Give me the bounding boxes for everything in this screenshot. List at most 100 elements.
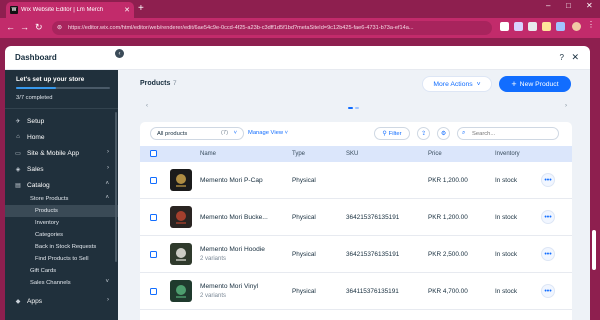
product-image	[170, 169, 192, 191]
url-bar[interactable]: ⊜ https://editor.wix.com/html/editor/web…	[52, 21, 492, 35]
product-variants: 2 variants	[200, 256, 227, 262]
sidebar-item-back-in-stock[interactable]: Back in Stock Requests	[5, 241, 118, 253]
new-product-button[interactable]: + New Product	[499, 76, 571, 92]
tag-icon: ◈	[15, 166, 21, 173]
more-options-icon[interactable]: •••	[541, 210, 555, 224]
product-thumbnail[interactable]	[170, 280, 192, 302]
extension-icon[interactable]	[528, 22, 537, 31]
column-header-type[interactable]: Type	[292, 151, 305, 157]
filter-label: Filter	[388, 130, 402, 137]
manage-view-link[interactable]: Manage View ˅	[248, 130, 288, 136]
view-filter-label: All products	[157, 130, 188, 137]
product-image-mark	[176, 222, 186, 224]
carousel-dot[interactable]	[348, 107, 353, 109]
new-tab-icon[interactable]: +	[138, 3, 144, 14]
sidebar-item-sales-channels[interactable]: Sales Channels ˅	[5, 277, 118, 289]
table-row[interactable]: Memento Mori Bucke... Physical 36421537613…	[140, 199, 572, 236]
product-inventory: In stock	[495, 214, 518, 221]
row-checkbox[interactable]	[150, 288, 157, 295]
setup-progress-fill	[16, 87, 57, 89]
product-name-cell[interactable]: Memento Mori Bucke...	[200, 214, 282, 221]
close-window-icon[interactable]: ✕	[586, 1, 593, 10]
column-header-price[interactable]: Price	[428, 151, 442, 157]
settings-icon[interactable]: ⚙	[437, 127, 450, 140]
more-options-icon[interactable]: •••	[541, 173, 555, 187]
carousel-prev-icon[interactable]: ‹	[146, 103, 148, 109]
product-sku: 364115376135191	[346, 288, 399, 295]
close-icon[interactable]: ✕	[571, 52, 579, 63]
chevron-down-icon: ˅	[105, 279, 109, 285]
setup-title[interactable]: Let's set up your store	[16, 76, 84, 83]
sidebar-item-site-mobile-app[interactable]: ▭ Site & Mobile App ›	[5, 145, 118, 161]
back-icon[interactable]: ←	[6, 22, 15, 32]
search-input[interactable]	[472, 130, 552, 137]
minimize-icon[interactable]: –	[546, 1, 550, 10]
sidebar-scrollbar[interactable]	[115, 112, 117, 262]
browser-menu-icon[interactable]: ⋮	[587, 20, 596, 29]
sidebar-item-gift-cards[interactable]: Gift Cards	[5, 265, 118, 277]
sidebar-item-sales[interactable]: ◈ Sales ›	[5, 161, 118, 177]
column-header-sku[interactable]: SKU	[346, 151, 358, 157]
carousel-dot[interactable]	[355, 107, 359, 109]
browser-tab[interactable]: W Wix Website Editor | Lm Merch ✕	[6, 2, 134, 18]
reload-icon[interactable]: ↻	[35, 22, 43, 33]
forward-icon[interactable]: →	[20, 22, 29, 32]
column-header-name[interactable]: Name	[200, 151, 216, 157]
sidebar-item-home[interactable]: ⌂ Home	[5, 129, 118, 145]
product-image	[170, 243, 192, 265]
extensions-puzzle-icon[interactable]	[556, 22, 565, 31]
sidebar-item-catalog[interactable]: ▤ Catalog ˄	[5, 177, 118, 193]
page-title: Products	[140, 80, 171, 87]
carousel-next-icon[interactable]: ›	[565, 103, 567, 109]
export-icon[interactable]: ⇪	[417, 127, 430, 140]
row-checkbox[interactable]	[150, 251, 157, 258]
product-image-mark	[176, 259, 186, 261]
sidebar-item-products[interactable]: Products	[5, 205, 118, 217]
maximize-icon[interactable]: □	[566, 1, 571, 10]
product-variants: 2 variants	[200, 293, 227, 299]
select-all-checkbox[interactable]	[150, 150, 157, 157]
filter-button[interactable]: ⚲ Filter	[374, 127, 410, 140]
bookmark-star-icon[interactable]	[500, 22, 509, 31]
product-price: PKR 1,200.00	[428, 177, 468, 184]
row-checkbox[interactable]	[150, 214, 157, 221]
extension-icon[interactable]	[514, 22, 523, 31]
table-row[interactable]: Memento Mori P-Cap Physical PKR 1,200.00 In…	[140, 162, 572, 199]
more-options-icon[interactable]: •••	[541, 247, 555, 261]
sidebar-item-find-products[interactable]: Find Products to Sell	[5, 253, 118, 265]
page-scrollbar[interactable]	[592, 230, 596, 270]
profile-avatar[interactable]	[572, 22, 581, 31]
row-checkbox[interactable]	[150, 177, 157, 184]
product-name-cell[interactable]: Memento Mori Hoodie 2 variants	[200, 246, 282, 262]
close-tab-icon[interactable]: ✕	[124, 6, 130, 14]
product-name-cell[interactable]: Memento Mori P-Cap	[200, 177, 282, 184]
product-thumbnail[interactable]	[170, 206, 192, 228]
product-image-mark	[176, 285, 186, 295]
sidebar-item-inventory[interactable]: Inventory	[5, 217, 118, 229]
view-filter-select[interactable]: All products (7) ˅	[150, 127, 244, 140]
filter-icon: ⚲	[382, 130, 387, 137]
sidebar-item-store-products[interactable]: Store Products ˄	[5, 193, 118, 205]
chevron-right-icon: ›	[107, 297, 109, 303]
table-row[interactable]: Memento Mori Hoodie 2 variants Physical 364…	[140, 236, 572, 273]
table-row[interactable]: Memento Mori Vinyl 2 variants Physical 3641…	[140, 273, 572, 310]
sidebar-item-categories[interactable]: Categories	[5, 229, 118, 241]
new-product-label: New Product	[519, 80, 559, 88]
extension-icon[interactable]	[542, 22, 551, 31]
product-thumbnail[interactable]	[170, 243, 192, 265]
site-info-icon[interactable]: ⊜	[57, 24, 62, 31]
modal-header: Dashboard	[5, 46, 590, 70]
product-name-cell[interactable]: Memento Mori Vinyl 2 variants	[200, 283, 282, 299]
collapse-sidebar-icon[interactable]: ‹	[115, 49, 124, 58]
column-header-inventory[interactable]: Inventory	[495, 151, 520, 157]
table-toolbar: All products (7) ˅ Manage View ˅ ⚲ Filte…	[140, 122, 572, 146]
more-actions-button[interactable]: More Actions ˅	[422, 76, 492, 92]
question-icon[interactable]: ?	[560, 53, 564, 62]
product-thumbnail[interactable]	[170, 169, 192, 191]
search-box: ⌕	[457, 127, 559, 140]
sidebar-item-apps[interactable]: ◆ Apps ›	[5, 293, 118, 309]
more-options-icon[interactable]: •••	[541, 284, 555, 298]
table-body: Memento Mori P-Cap Physical PKR 1,200.00 In…	[140, 162, 572, 310]
sidebar-item-setup[interactable]: ✈ Setup	[5, 113, 118, 129]
sidebar-item-label: Find Products to Sell	[35, 256, 89, 262]
